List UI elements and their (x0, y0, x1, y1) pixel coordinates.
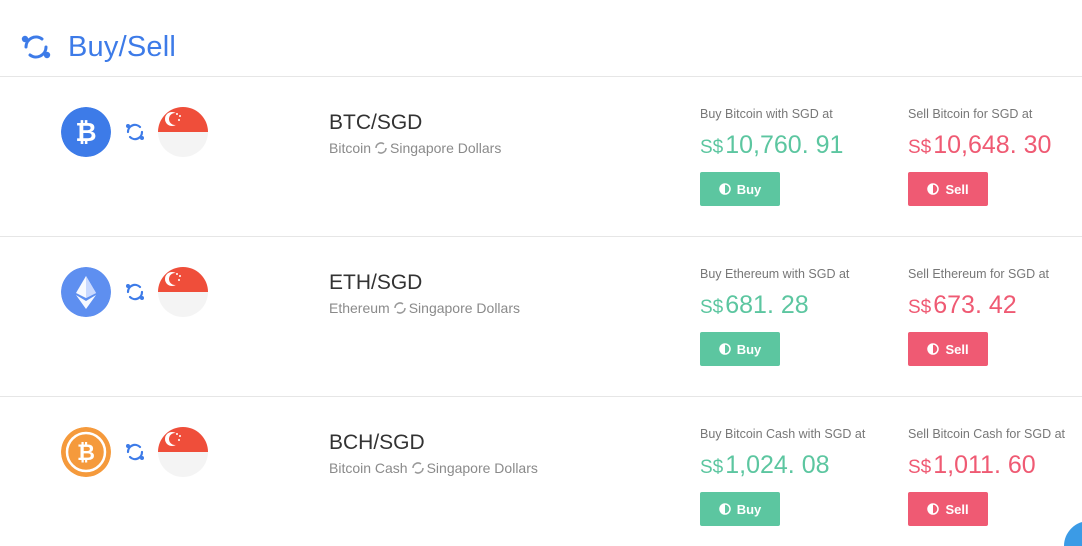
buy-button-label: Buy (736, 341, 762, 357)
currency-symbol: S$ (908, 457, 932, 478)
buy-button[interactable]: Buy (700, 172, 780, 206)
buy-price-value: 1,024. 08 (725, 451, 830, 479)
currency-symbol: S$ (700, 137, 724, 158)
buy-button-label: Buy (736, 181, 762, 197)
market-row-bch: ₿ BCH/SGD Bitcoin Cash Singapore Dollars … (0, 397, 1082, 546)
pair-name: BCH/SGD (329, 431, 425, 454)
half-circle-icon (927, 183, 940, 195)
svg-text:₿: ₿ (77, 440, 95, 465)
svg-text:₿: ₿ (75, 117, 96, 147)
buy-button[interactable]: Buy (700, 332, 780, 366)
singapore-flag-icon (158, 427, 208, 477)
buy-price: S$1,024. 08 (700, 451, 830, 480)
currency-symbol: S$ (908, 297, 932, 318)
swap-icon (126, 443, 144, 461)
fiat-name: Singapore Dollars (390, 140, 502, 156)
sell-price-value: 673. 42 (933, 291, 1017, 319)
pair-description: Bitcoin Cash Singapore Dollars (329, 460, 538, 476)
buy-label: Buy Bitcoin Cash with SGD at (700, 427, 866, 441)
sell-price: S$1,011. 60 (908, 451, 1036, 480)
pair-description: Ethereum Singapore Dollars (329, 300, 520, 316)
singapore-flag-icon (158, 267, 208, 317)
buy-label: Buy Ethereum with SGD at (700, 267, 850, 281)
sell-price-value: 1,011. 60 (933, 451, 1036, 479)
sell-button[interactable]: Sell (908, 172, 988, 206)
page-title: Buy/Sell (68, 31, 176, 63)
sell-price-value: 10,648. 30 (933, 131, 1052, 159)
half-circle-icon (718, 503, 731, 515)
coin-name: Bitcoin (329, 140, 372, 156)
half-circle-icon (718, 183, 731, 195)
sell-label: Sell Bitcoin for SGD at (908, 107, 1033, 121)
singapore-flag-icon (158, 107, 208, 157)
pair-name: BTC/SGD (329, 111, 423, 134)
sell-button-label: Sell (945, 341, 969, 357)
swap-icon (375, 142, 387, 154)
pair-description: Bitcoin Singapore Dollars (329, 140, 501, 156)
swap-icon (393, 302, 406, 314)
sell-button-label: Sell (945, 181, 969, 197)
coin-name: Bitcoin Cash (329, 460, 408, 476)
page-header: Buy/Sell (0, 0, 1082, 77)
swap-icon (126, 283, 144, 301)
buy-price: S$681. 28 (700, 291, 809, 320)
coin-name: Ethereum (329, 300, 390, 316)
bitcoin-icon: ₿ (61, 107, 111, 157)
sell-button[interactable]: Sell (908, 332, 988, 366)
swap-icon (126, 123, 144, 141)
sell-label: Sell Ethereum for SGD at (908, 267, 1050, 281)
ethereum-icon (61, 267, 111, 317)
currency-symbol: S$ (908, 137, 932, 158)
buy-label: Buy Bitcoin with SGD at (700, 107, 833, 121)
sell-button[interactable]: Sell (908, 492, 988, 526)
swap-icon (411, 462, 424, 474)
sell-price: S$10,648. 30 (908, 131, 1051, 160)
fiat-name: Singapore Dollars (426, 460, 538, 476)
buy-price-value: 10,760. 91 (725, 131, 844, 159)
market-row-btc: ₿ BTC/SGD Bitcoin Singapore Dollars Buy B… (0, 77, 1082, 237)
bitcoin-cash-icon: ₿ (61, 427, 111, 477)
sell-button-label: Sell (945, 501, 969, 517)
currency-symbol: S$ (700, 457, 724, 478)
buy-button[interactable]: Buy (700, 492, 780, 526)
market-row-eth: ETH/SGD Ethereum Singapore Dollars Buy Et… (0, 237, 1082, 397)
sell-label: Sell Bitcoin Cash for SGD at (908, 427, 1066, 441)
half-circle-icon (718, 343, 731, 355)
buy-button-label: Buy (736, 501, 762, 517)
buy-price: S$10,760. 91 (700, 131, 843, 160)
pair-name: ETH/SGD (329, 271, 423, 294)
half-circle-icon (927, 343, 940, 355)
fiat-name: Singapore Dollars (408, 300, 520, 316)
exchange-cycle-icon (21, 35, 51, 59)
half-circle-icon (927, 503, 940, 515)
currency-symbol: S$ (700, 297, 724, 318)
buy-price-value: 681. 28 (725, 291, 809, 319)
sell-price: S$673. 42 (908, 291, 1017, 320)
